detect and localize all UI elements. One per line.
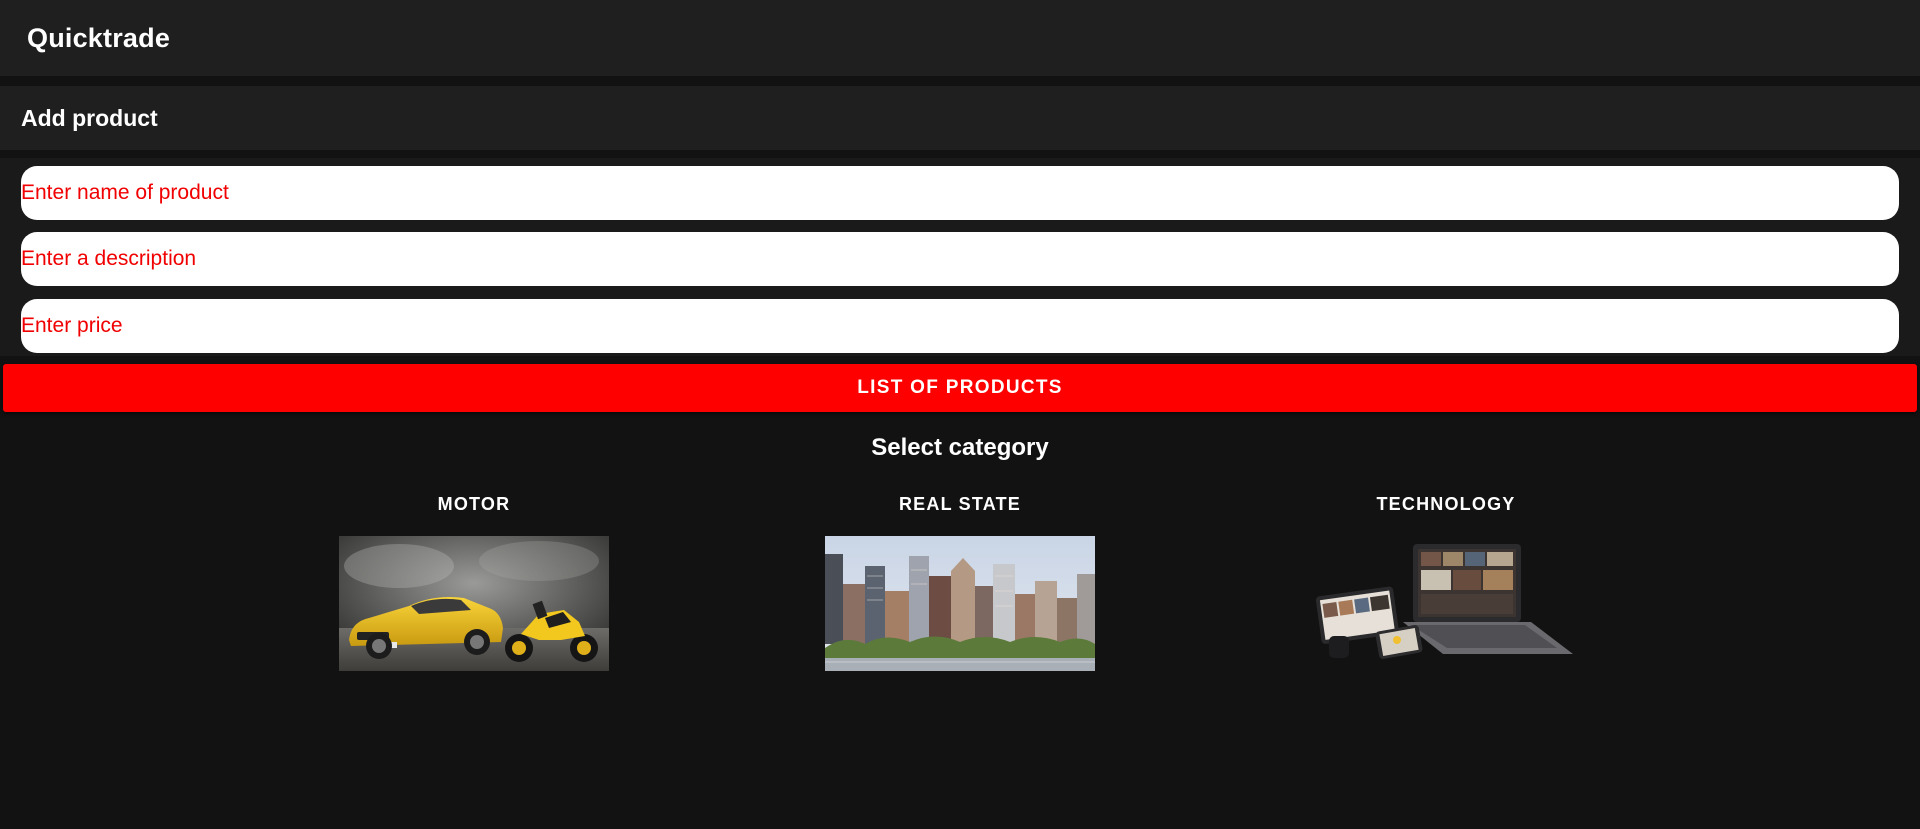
- technology-category-image[interactable]: [1311, 536, 1581, 671]
- category-real-state-label: REAL STATE: [898, 494, 1021, 514]
- category-technology[interactable]: TECHNOLOGY: [1310, 494, 1582, 671]
- category-motor-label: MOTOR: [437, 494, 511, 514]
- select-category-title: Select category: [871, 434, 1049, 461]
- product-name-input[interactable]: [21, 166, 1899, 220]
- product-price-input[interactable]: [21, 299, 1899, 353]
- category-technology-label: TECHNOLOGY: [1376, 494, 1516, 514]
- app-toolbar: Quicktrade: [0, 0, 1920, 76]
- real-state-category-image[interactable]: [825, 536, 1095, 671]
- list-products-label: LIST OF PRODUCTS: [857, 377, 1063, 398]
- app-title: Quicktrade: [27, 22, 171, 53]
- category-motor[interactable]: MOTOR: [338, 494, 610, 671]
- section-header: Add product: [0, 86, 1920, 150]
- section-heading: Add product: [21, 104, 158, 131]
- add-product-form: [0, 158, 1920, 356]
- product-price-field[interactable]: [21, 299, 1899, 353]
- list-products-button[interactable]: LIST OF PRODUCTS: [3, 364, 1917, 412]
- category-real-state[interactable]: REAL STATE: [824, 494, 1096, 671]
- product-description-field[interactable]: [21, 232, 1899, 286]
- product-description-input[interactable]: [21, 232, 1899, 286]
- product-name-field[interactable]: [21, 166, 1899, 220]
- motor-category-image[interactable]: [339, 536, 609, 671]
